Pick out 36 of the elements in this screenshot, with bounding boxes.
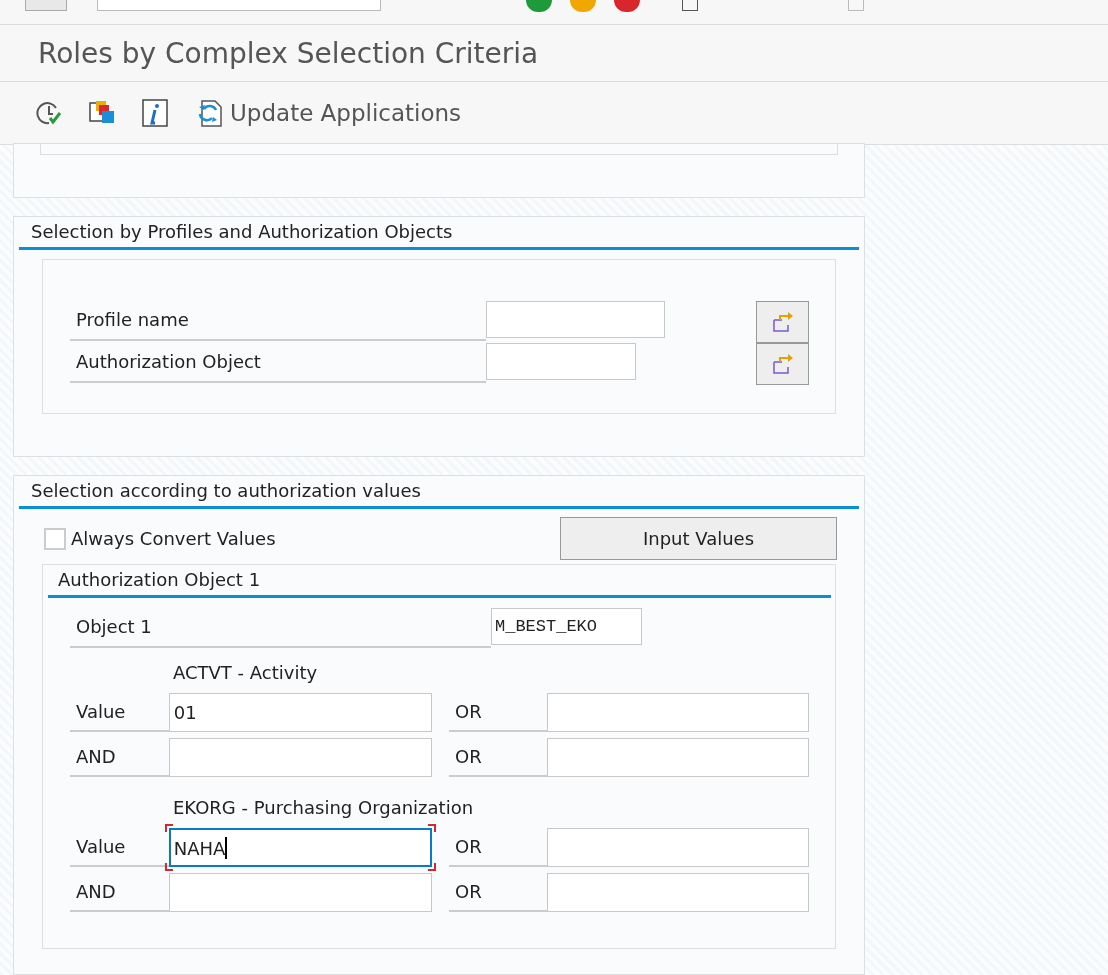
field-group-title: ACTVT - Activity: [172, 661, 319, 685]
field-label: Object 1: [70, 608, 491, 648]
section-title: Selection by Profiles and Authorization Objects: [19, 217, 859, 250]
command-field[interactable]: [97, 0, 381, 11]
input-field[interactable]: [546, 828, 809, 867]
checkbox[interactable]: [44, 527, 66, 550]
toolbar-icon[interactable]: [682, 0, 698, 11]
arrow-box-icon: [770, 310, 795, 334]
multiple-selection-button[interactable]: [756, 301, 809, 343]
field-group-title: EKORG - Purchasing Organization: [172, 796, 475, 820]
status-icon[interactable]: [570, 0, 596, 12]
input-field[interactable]: [168, 738, 432, 777]
group-title: Authorization Object 1: [48, 565, 831, 598]
section-title: Selection according to authorization values: [19, 476, 859, 509]
status-icon[interactable]: [614, 0, 640, 12]
input-field[interactable]: [486, 301, 665, 338]
input-field[interactable]: [546, 738, 809, 777]
input-field[interactable]: [168, 873, 432, 912]
toolbar-button[interactable]: Update Applications: [192, 96, 464, 131]
input-values-button[interactable]: Input Values: [560, 517, 837, 560]
multiple-selection-button[interactable]: [756, 343, 809, 385]
input-field[interactable]: [486, 343, 636, 380]
execute-icon: [36, 100, 62, 127]
info-icon: [142, 99, 168, 128]
input-field[interactable]: 01: [168, 693, 432, 732]
toolbar-button[interactable]: [140, 97, 170, 130]
window-title: Roles by Complex Selection Criteria: [38, 36, 539, 70]
checkbox-label: Always Convert Values: [71, 528, 276, 549]
input-field[interactable]: [546, 873, 809, 912]
field-label: Profile name: [70, 301, 486, 341]
field-label: Authorization Object: [70, 343, 486, 383]
status-icon[interactable]: [526, 0, 552, 12]
input-field[interactable]: [546, 693, 809, 732]
arrow-box-icon: [770, 352, 795, 376]
text-cursor: [225, 837, 228, 859]
input-field[interactable]: M_BEST_EKO: [491, 608, 642, 645]
